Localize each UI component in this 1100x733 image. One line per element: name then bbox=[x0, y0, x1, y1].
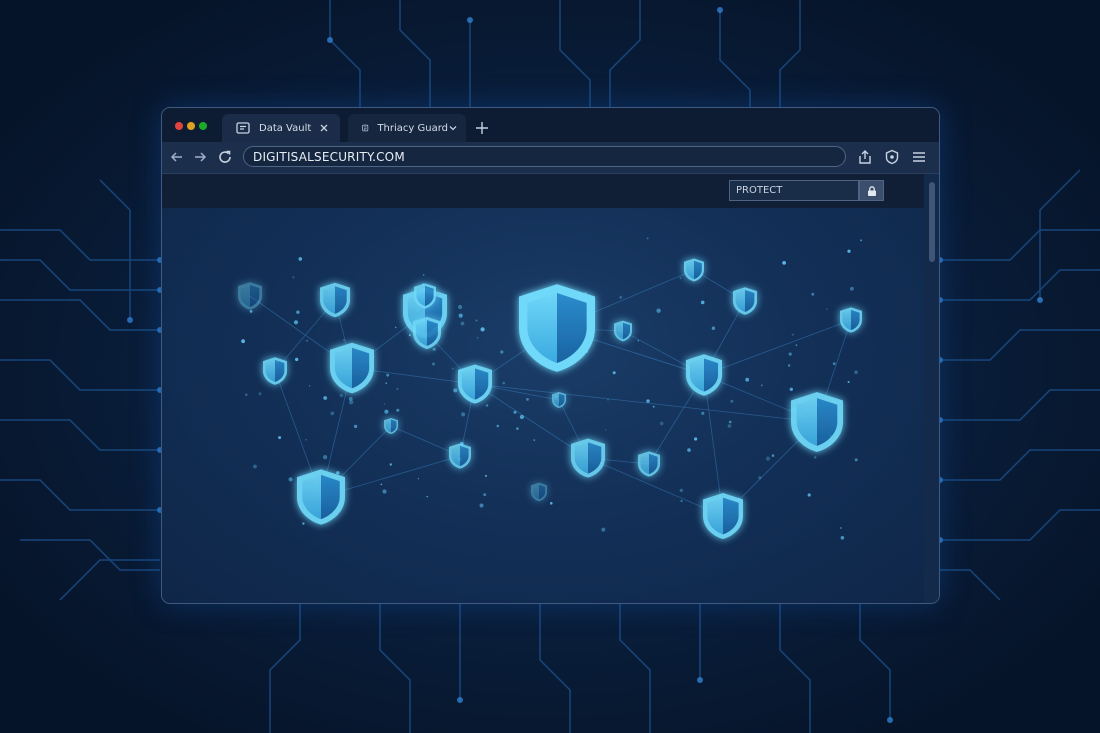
close-tab-button[interactable] bbox=[316, 120, 332, 136]
shield-icon bbox=[638, 451, 660, 477]
shield-icon bbox=[449, 443, 471, 469]
shield-icon bbox=[458, 364, 492, 404]
shield-icon[interactable] bbox=[883, 148, 901, 166]
lock-icon bbox=[867, 185, 876, 196]
shield-icon bbox=[531, 482, 547, 502]
shield-icon bbox=[733, 287, 757, 315]
scrollbar-thumb[interactable] bbox=[929, 182, 935, 262]
minimize-window-button[interactable] bbox=[187, 122, 195, 130]
tab-data-vault[interactable]: Data Vault bbox=[222, 114, 340, 142]
shield-icon bbox=[552, 391, 566, 409]
plus-icon bbox=[476, 122, 488, 134]
shield-icon bbox=[330, 342, 374, 394]
protect-input[interactable]: PROTECT bbox=[729, 180, 859, 201]
shield-network-illustration bbox=[238, 237, 863, 540]
shield-icon bbox=[614, 320, 632, 342]
document-icon bbox=[236, 122, 250, 134]
forward-arrow-icon[interactable] bbox=[191, 148, 209, 166]
lock-button[interactable] bbox=[859, 180, 884, 201]
shield-icon bbox=[686, 354, 722, 396]
shield-icon bbox=[791, 392, 843, 452]
shield-icon bbox=[684, 258, 704, 282]
shield-icon bbox=[384, 417, 398, 435]
tab-label: Data Vault bbox=[259, 122, 312, 134]
close-window-button[interactable] bbox=[175, 122, 183, 130]
browser-window: Data Vault Thriacy Guard DIGITISALSECURI… bbox=[161, 107, 940, 604]
back-arrow-icon[interactable] bbox=[168, 148, 186, 166]
tab-dropdown-button[interactable] bbox=[448, 120, 458, 136]
close-icon bbox=[320, 124, 328, 132]
refresh-icon[interactable] bbox=[216, 148, 234, 166]
page-content: PROTECT bbox=[162, 174, 939, 603]
tab-label: Thriacy Guard bbox=[377, 122, 448, 134]
shield-icon bbox=[413, 316, 441, 350]
shield-icon bbox=[263, 357, 287, 385]
tab-bar: Data Vault Thriacy Guard bbox=[162, 108, 939, 142]
menu-icon[interactable] bbox=[910, 148, 928, 166]
tab-thriacy-guard[interactable]: Thriacy Guard bbox=[348, 114, 466, 142]
chevron-down-icon bbox=[449, 126, 457, 131]
page-toolbar: PROTECT bbox=[162, 174, 924, 208]
address-bar[interactable]: DIGITISALSECURITY.COM bbox=[243, 146, 846, 167]
navigation-bar: DIGITISALSECURITY.COM bbox=[162, 142, 939, 174]
shield-icon bbox=[297, 469, 345, 525]
shield-icon bbox=[519, 284, 595, 372]
document-icon bbox=[362, 124, 369, 132]
new-tab-button[interactable] bbox=[473, 119, 491, 137]
shield-icon bbox=[840, 307, 862, 333]
shield-icon bbox=[571, 438, 605, 478]
shield-icon bbox=[703, 493, 743, 539]
share-icon[interactable] bbox=[856, 148, 874, 166]
maximize-window-button[interactable] bbox=[199, 122, 207, 130]
shield-icon bbox=[238, 282, 262, 310]
